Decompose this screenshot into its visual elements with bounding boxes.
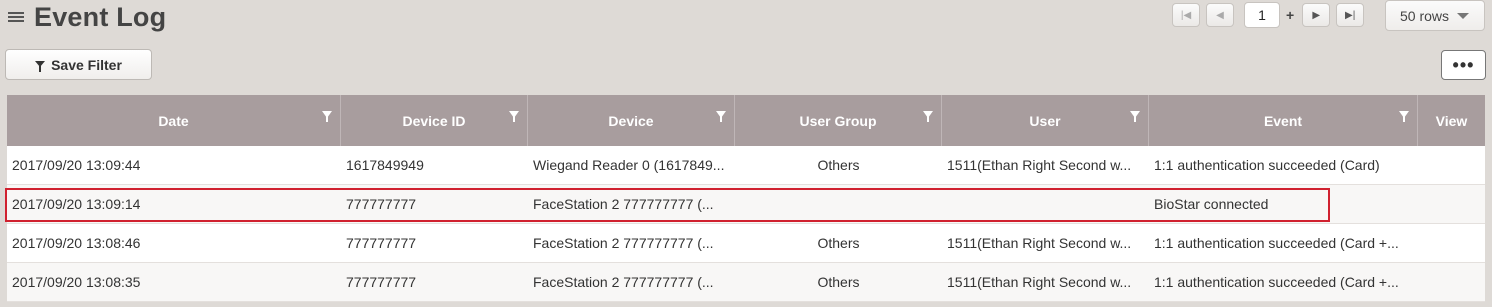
chevron-down-icon (1457, 12, 1470, 19)
cell-view[interactable] (1418, 146, 1485, 184)
filter-icon[interactable] (322, 111, 332, 122)
column-header-user[interactable]: User (942, 95, 1149, 146)
filter-icon[interactable] (923, 111, 933, 122)
cell-user-group: Others (817, 157, 860, 173)
cell-date: 2017/09/20 13:08:35 (12, 274, 141, 290)
cell-user-group (735, 185, 942, 223)
page-title: Event Log (34, 1, 167, 32)
cell-date: 2017/09/20 13:09:14 (12, 196, 141, 212)
column-header-device[interactable]: Device (528, 95, 735, 146)
cell-device-id: 777777777 (346, 235, 417, 251)
cell-user-group: Others (817, 274, 860, 290)
save-filter-label: Save Filter (51, 56, 122, 73)
cell-date: 2017/09/20 13:09:44 (12, 157, 141, 173)
cell-device-id: 777777777 (346, 274, 417, 290)
table-row[interactable]: 2017/09/20 13:09:14 777777777 FaceStatio… (7, 185, 1485, 224)
cell-device-id: 1617849949 (346, 157, 424, 173)
cell-event: BioStar connected (1154, 196, 1269, 212)
cell-device: Wiegand Reader 0 (1617849... (533, 157, 725, 173)
event-log-table: Date Device ID Device User Group User Ev… (7, 95, 1485, 302)
cell-device: FaceStation 2 777777777 (... (533, 274, 714, 290)
column-header-date[interactable]: Date (7, 95, 341, 146)
column-header-view[interactable]: View (1418, 95, 1485, 146)
page-plus: + (1286, 7, 1295, 23)
more-options-button[interactable]: ••• (1441, 50, 1486, 80)
first-page-icon[interactable]: |◀ (1172, 3, 1200, 27)
next-page-icon[interactable]: ▶ (1302, 3, 1331, 27)
save-filter-button[interactable]: Save Filter (5, 49, 152, 80)
filter-icon[interactable] (716, 111, 726, 122)
cell-view[interactable] (1418, 185, 1485, 223)
filter-icon[interactable] (509, 111, 519, 122)
cell-user: 1511(Ethan Right Second w... (947, 157, 1132, 173)
cell-device: FaceStation 2 777777777 (... (533, 196, 714, 212)
cell-user-group: Others (817, 235, 860, 251)
cell-view[interactable] (1418, 263, 1485, 301)
filter-icon[interactable] (1399, 111, 1409, 122)
table-row[interactable]: 2017/09/20 13:08:46 777777777 FaceStatio… (7, 224, 1485, 263)
cell-device: FaceStation 2 777777777 (... (533, 235, 714, 251)
rows-per-page-select[interactable]: 50 rows (1385, 0, 1485, 31)
page-number-input[interactable] (1244, 2, 1280, 28)
column-header-event[interactable]: Event (1149, 95, 1418, 146)
cell-event: 1:1 authentication succeeded (Card +... (1154, 235, 1399, 251)
cell-device-id: 777777777 (346, 196, 417, 212)
column-header-user-group[interactable]: User Group (735, 95, 942, 146)
cell-event: 1:1 authentication succeeded (Card) (1154, 157, 1380, 173)
menu-icon[interactable] (8, 10, 24, 24)
filter-icon (35, 60, 46, 72)
table-row[interactable]: 2017/09/20 13:09:44 1617849949 Wiegand R… (7, 146, 1485, 185)
table-header: Date Device ID Device User Group User Ev… (7, 95, 1485, 146)
column-header-device-id[interactable]: Device ID (341, 95, 528, 146)
cell-user (942, 185, 1149, 223)
prev-page-icon[interactable]: ◀ (1206, 3, 1234, 27)
cell-date: 2017/09/20 13:08:46 (12, 235, 141, 251)
cell-user: 1511(Ethan Right Second w... (947, 274, 1132, 290)
rows-per-page-value: 50 rows (1400, 7, 1450, 24)
cell-event: 1:1 authentication succeeded (Card +... (1154, 274, 1399, 290)
table-row[interactable]: 2017/09/20 13:08:35 777777777 FaceStatio… (7, 263, 1485, 302)
pagination: |◀ ◀ + ▶ ▶| (1172, 2, 1370, 28)
page-header: Event Log (8, 0, 166, 34)
cell-view[interactable] (1418, 224, 1485, 262)
filter-icon[interactable] (1130, 111, 1140, 122)
last-page-icon[interactable]: ▶| (1336, 3, 1365, 27)
cell-user: 1511(Ethan Right Second w... (947, 235, 1132, 251)
